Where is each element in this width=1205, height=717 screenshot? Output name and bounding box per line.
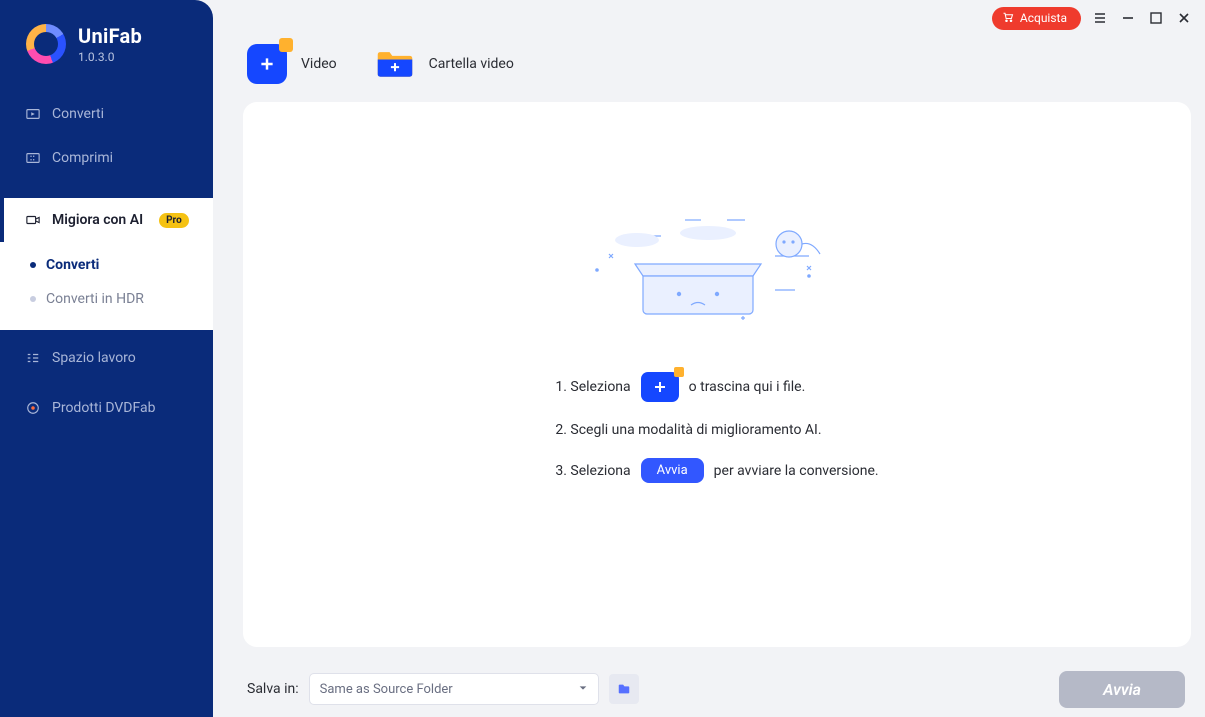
step-1: 1. Seleziona o trascina qui i file.	[555, 372, 878, 402]
cart-icon	[1002, 11, 1014, 26]
dvdfab-icon	[26, 401, 40, 415]
empty-box-illustration	[577, 212, 857, 332]
bullet-icon	[30, 296, 36, 302]
instruction-steps: 1. Seleziona o trascina qui i file. 2. S…	[555, 372, 878, 483]
add-folder-label: Cartella video	[429, 56, 514, 72]
compress-icon	[26, 151, 40, 165]
start-button[interactable]: Avvia	[1059, 671, 1185, 708]
add-video-icon	[247, 44, 287, 84]
app-title: UniFab	[78, 24, 142, 48]
play-icon	[26, 107, 40, 121]
sidebar-item-spazio-lavoro[interactable]: Spazio lavoro	[0, 336, 213, 380]
sidebar-item-prodotti-dvdfab[interactable]: Prodotti DVDFab	[0, 386, 213, 430]
save-location-value: Same as Source Folder	[320, 682, 453, 697]
step-text: 1. Seleziona	[555, 379, 630, 395]
maximize-button[interactable]	[1147, 9, 1165, 27]
toolbar: Video Cartella video	[213, 30, 1205, 102]
sidebar-item-label: Converti	[52, 106, 104, 122]
pro-badge: Pro	[159, 213, 189, 228]
add-folder-icon	[375, 44, 415, 84]
save-location-select[interactable]: Same as Source Folder	[309, 673, 599, 705]
bullet-icon	[30, 262, 36, 268]
add-folder-button[interactable]: Cartella video	[375, 44, 514, 84]
add-video-label: Video	[301, 56, 337, 72]
step-2: 2. Scegli una modalità di miglioramento …	[555, 422, 878, 438]
buy-label: Acquista	[1020, 11, 1067, 25]
chevron-down-icon	[578, 682, 588, 697]
subnav-item-converti[interactable]: Converti	[0, 248, 213, 282]
menu-button[interactable]	[1091, 9, 1109, 27]
minimize-button[interactable]	[1119, 9, 1137, 27]
subnav-item-hdr[interactable]: Converti in HDR	[0, 282, 213, 316]
drop-area[interactable]: 1. Seleziona o trascina qui i file. 2. S…	[243, 102, 1191, 647]
sidebar-item-converti[interactable]: Converti	[0, 92, 213, 136]
subnav-item-label: Converti in HDR	[46, 291, 144, 307]
save-label: Salva in:	[247, 681, 299, 697]
sidebar-item-label: Spazio lavoro	[52, 350, 136, 366]
sidebar-item-label: Prodotti DVDFab	[52, 400, 155, 416]
open-folder-button[interactable]	[609, 674, 639, 704]
buy-button[interactable]: Acquista	[992, 7, 1081, 30]
add-video-mini-button[interactable]	[641, 372, 679, 402]
titlebar: Acquista	[213, 0, 1205, 30]
sidebar: UniFab 1.0.3.0 Converti Comprimi M	[0, 0, 213, 717]
sidebar-item-migliora-ai[interactable]: Migiora con AI Pro	[0, 198, 213, 242]
footer: Salva in: Same as Source Folder Avvia	[213, 661, 1205, 717]
step-text: o trascina qui i file.	[689, 379, 806, 395]
main-area: Acquista Video	[213, 0, 1205, 717]
sidebar-subnav: Converti Converti in HDR	[0, 242, 213, 330]
sidebar-item-comprimi[interactable]: Comprimi	[0, 136, 213, 180]
ai-enhance-icon	[26, 213, 40, 227]
start-button-label: Avvia	[1103, 680, 1141, 699]
app-logo-icon	[26, 24, 66, 64]
logo-block: UniFab 1.0.3.0	[0, 0, 213, 82]
folder-icon	[616, 682, 632, 696]
step-text: per avviare la conversione.	[714, 463, 879, 479]
close-button[interactable]	[1175, 9, 1193, 27]
step-text: 2. Scegli una modalità di miglioramento …	[555, 422, 821, 438]
sidebar-item-label: Comprimi	[52, 150, 113, 166]
subnav-item-label: Converti	[46, 257, 99, 273]
add-video-button[interactable]: Video	[247, 44, 337, 84]
workspace-icon	[26, 351, 40, 365]
step-3: 3. Seleziona Avvia per avviare la conver…	[555, 458, 878, 483]
step-text: 3. Seleziona	[555, 463, 630, 479]
sidebar-item-label: Migiora con AI	[52, 212, 143, 228]
start-chip: Avvia	[641, 458, 704, 483]
app-version: 1.0.3.0	[78, 50, 142, 64]
